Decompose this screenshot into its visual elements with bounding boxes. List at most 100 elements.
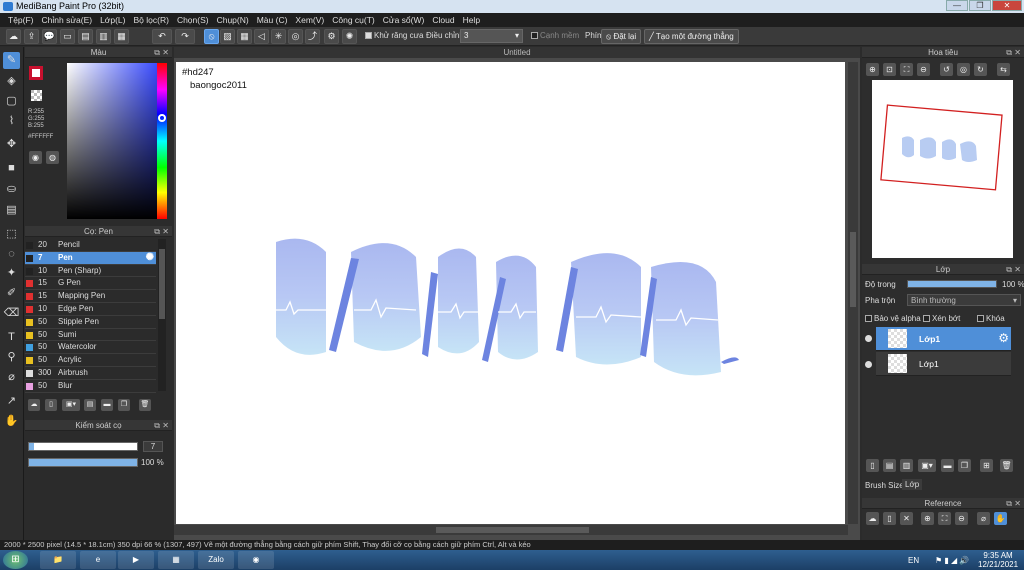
settings-icon[interactable]: ✺ — [342, 29, 357, 44]
chat-icon[interactable]: ▭ — [60, 29, 75, 44]
brush-opacity-slider[interactable] — [28, 458, 138, 467]
menu-help[interactable]: Help — [459, 13, 484, 27]
clock[interactable]: 9:35 AM 12/21/2021 — [978, 551, 1018, 569]
horizontal-scroll-thumb[interactable] — [436, 527, 589, 533]
brush-item[interactable]: 10 Edge Pen — [25, 303, 156, 316]
brush-settings-icon[interactable]: ▤ — [84, 399, 96, 411]
layer-row[interactable]: Lớp1 — [876, 352, 1011, 376]
brush-item[interactable]: 50 Stipple Pen — [25, 316, 156, 329]
visibility-icon[interactable] — [865, 335, 872, 342]
book-icon[interactable]: ▥ — [96, 29, 111, 44]
start-button[interactable]: ⊞ — [3, 551, 28, 569]
clipping-checkbox[interactable]: Xén bớt — [923, 314, 960, 323]
cloud-brush-icon[interactable]: ☁ — [28, 399, 40, 411]
snap-off-icon[interactable]: ⦸ — [204, 29, 219, 44]
new-8bit-layer-icon[interactable]: ▥ — [900, 459, 913, 472]
layer-row[interactable]: Lớp1 ⚙ — [876, 327, 1011, 351]
radial-snap-icon[interactable]: ✳ — [271, 29, 286, 44]
scroll-thumb[interactable] — [159, 249, 165, 319]
duplicate-layer-icon[interactable]: ❐ — [958, 459, 971, 472]
lock-checkbox[interactable]: Khóa — [977, 314, 1005, 323]
rotate-right-icon[interactable]: ↻ — [974, 63, 987, 76]
brush-item[interactable]: 50 Blur — [25, 380, 156, 393]
menu-tools[interactable]: Công cụ(T) — [328, 13, 379, 27]
menu-cloud[interactable]: Cloud — [428, 13, 458, 27]
explorer-icon[interactable]: 📁 — [40, 551, 76, 569]
zoom-actual-icon[interactable]: ⊡ — [883, 63, 896, 76]
close-icon[interactable]: ✕ — [162, 226, 169, 237]
zoom-out-icon[interactable]: ⊖ — [917, 63, 930, 76]
menu-select[interactable]: Chọn(S) — [173, 13, 213, 27]
zoom-in-icon[interactable]: ⊕ — [866, 63, 879, 76]
gear-icon[interactable]: ✺ — [146, 252, 154, 264]
antialias-checkbox[interactable]: Khử răng cưa — [365, 31, 423, 40]
menu-color[interactable]: Màu (C) — [253, 13, 292, 27]
canvas[interactable]: #hd247 baongoc2011 — [176, 62, 845, 524]
maximize-button[interactable]: ❐ — [969, 0, 991, 11]
brush-tool-icon[interactable]: ⌇ — [3, 113, 20, 130]
brush-item[interactable]: 7 Pen ✺ — [25, 251, 156, 265]
fit-icon[interactable]: ⛶ — [938, 512, 951, 525]
menu-snap[interactable]: Chụp(N) — [213, 13, 253, 27]
flip-icon[interactable]: ⇆ — [997, 63, 1010, 76]
straight-line-button[interactable]: ╱ Tạo một đường thẳng — [644, 29, 739, 44]
palette-icon[interactable]: ◉ — [29, 151, 42, 164]
open-file-icon[interactable]: ▯ — [883, 512, 896, 525]
tray-icons[interactable]: ⚑ ▮ ◢ 🔊 — [935, 556, 969, 565]
gear-icon[interactable]: ⚙ — [324, 29, 339, 44]
fit-icon[interactable]: ⛶ — [900, 63, 913, 76]
brush-item[interactable]: 300 Airbrush — [25, 367, 156, 380]
close-icon[interactable]: ✕ — [162, 47, 169, 58]
ie-icon[interactable]: e — [80, 551, 116, 569]
reset-rotation-icon[interactable]: ◎ — [957, 63, 970, 76]
menu-layer[interactable]: Lớp(L) — [96, 13, 129, 27]
folder-icon[interactable]: ▬ — [941, 459, 954, 472]
brush-item[interactable]: 50 Acrylic — [25, 354, 156, 367]
language-indicator[interactable]: EN — [908, 556, 919, 565]
trash-icon[interactable]: 🗑 — [1000, 459, 1013, 472]
media-player-icon[interactable]: ▶ — [118, 551, 154, 569]
close-icon[interactable]: ✕ — [1014, 47, 1021, 58]
page-icon[interactable]: ▤ — [78, 29, 93, 44]
eyedropper-icon[interactable]: ⌀ — [977, 512, 990, 525]
eyedropper-tool-icon[interactable]: ⌀ — [3, 369, 20, 386]
move-tool-icon[interactable]: ✥ — [3, 136, 20, 153]
canvas-horizontal-scrollbar[interactable] — [174, 525, 848, 535]
brush-item[interactable]: 15 G Pen — [25, 277, 156, 291]
gradient-tool-icon[interactable]: ▤ — [3, 202, 20, 219]
popout-icon[interactable]: ⧉ — [1006, 264, 1012, 275]
reset-button[interactable]: ⦸ Đặt lại — [601, 29, 642, 44]
blend-mode-dropdown[interactable]: Bình thường ▾ — [907, 294, 1021, 306]
popout-icon[interactable]: ⧉ — [154, 226, 160, 237]
cloud-icon[interactable]: ☁ — [866, 512, 879, 525]
copy-brush-icon[interactable]: ❐ — [118, 399, 130, 411]
close-reference-icon[interactable]: ✕ — [900, 512, 913, 525]
new-brush-icon[interactable]: ▯ — [45, 399, 57, 411]
select-pen-tool-icon[interactable]: ✐ — [3, 285, 20, 302]
grid-snap-icon[interactable]: ▦ — [237, 29, 252, 44]
menu-edit[interactable]: Chỉnh sửa(E) — [38, 13, 97, 27]
redo-icon[interactable]: ↷ — [175, 29, 195, 44]
document-tab[interactable]: Untitled — [174, 47, 860, 58]
saturation-value-picker[interactable] — [67, 63, 157, 219]
gear-icon[interactable]: ⚙ — [998, 331, 1009, 345]
menu-file[interactable]: Tệp(F) — [4, 13, 38, 27]
curve-snap-icon[interactable]: ⤴ — [305, 29, 320, 44]
vertical-scroll-thumb[interactable] — [850, 232, 856, 307]
navigator-preview[interactable] — [872, 80, 1013, 258]
new-layer-icon[interactable]: ▯ — [866, 459, 879, 472]
select-rect-tool-icon[interactable]: ⬚ — [3, 226, 20, 243]
bucket-tool-icon[interactable]: ⛀ — [3, 181, 20, 198]
undo-icon[interactable]: ↶ — [152, 29, 172, 44]
pen-tool-icon[interactable]: ✎ — [3, 52, 20, 69]
soft-edge-checkbox[interactable]: Cạnh mềm — [531, 31, 579, 40]
rectangle-tool-icon[interactable]: ▢ — [3, 93, 20, 110]
folder-icon[interactable]: ▬ — [101, 399, 113, 411]
popout-icon[interactable]: ⧉ — [1006, 498, 1012, 509]
grid-icon[interactable]: ▦ — [114, 29, 129, 44]
comment-icon[interactable]: 💬 — [42, 29, 57, 44]
minimize-button[interactable]: — — [946, 0, 968, 11]
brush-item[interactable]: 20 Pencil — [25, 239, 156, 252]
brush-item[interactable]: 50 Sumi — [25, 329, 156, 342]
layer-tab[interactable]: Lớp — [902, 479, 923, 490]
